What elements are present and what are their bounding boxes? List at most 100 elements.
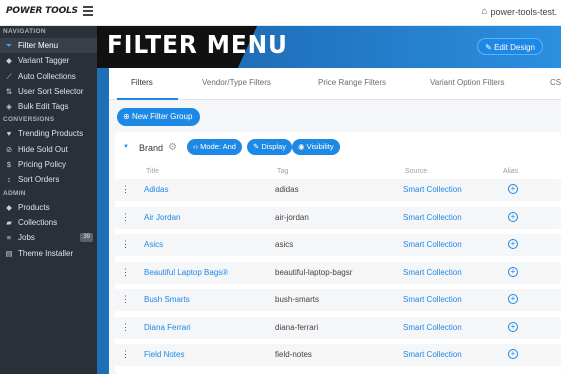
- filter-icon: ⏷: [6, 41, 12, 50]
- folder-icon: ▰: [6, 217, 12, 227]
- row-title-link[interactable]: Diana Ferrari: [144, 323, 191, 332]
- tag-icon: ◆: [6, 202, 12, 212]
- row-title-link[interactable]: Adidas: [144, 185, 168, 194]
- row-title-link[interactable]: Bush Smarts: [144, 295, 190, 304]
- row-tag: adidas: [275, 185, 299, 194]
- tags-icon: ◈: [6, 102, 12, 112]
- new-filter-group-button[interactable]: ⊕ New Filter Group: [117, 108, 201, 126]
- top-bar: POWER TOOLS ⌂ power-tools-test.: [0, 0, 561, 26]
- sidebar-item-label: User Sort Selector: [18, 86, 84, 96]
- sidebar-item-label: Pricing Policy: [18, 160, 67, 170]
- tab-variant-option-filters[interactable]: Variant Option Filters: [430, 78, 505, 87]
- row-source-link[interactable]: Smart Collection: [403, 350, 462, 359]
- add-alias-icon[interactable]: +: [508, 266, 518, 277]
- sidebar-item-label: Filter Menu: [18, 41, 59, 50]
- logo[interactable]: POWER TOOLS: [6, 6, 78, 16]
- gear-icon[interactable]: ⚙: [168, 142, 177, 153]
- row-source-link[interactable]: Smart Collection: [403, 240, 462, 249]
- collapse-caret-icon[interactable]: ▼: [123, 144, 129, 150]
- sidebar-item-label: Hide Sold Out: [18, 144, 68, 154]
- sidebar-item-label: Theme Installer: [18, 248, 74, 258]
- dollar-icon: $: [6, 160, 12, 170]
- column-header-tag: Tag: [277, 168, 289, 175]
- sidebar-item-label: Bulk Edit Tags: [18, 102, 69, 112]
- table-row: ⋮ Bush Smarts bush-smarts Smart Collection +: [115, 289, 561, 311]
- tab-filters[interactable]: Filters: [131, 78, 153, 87]
- row-source-link[interactable]: Smart Collection: [403, 185, 462, 194]
- row-source-link[interactable]: Smart Collection: [403, 268, 462, 277]
- add-alias-icon[interactable]: +: [508, 184, 518, 194]
- sidebar-item-sort-orders[interactable]: ↕ Sort Orders: [0, 172, 97, 187]
- sidebar-item-theme-installer[interactable]: ▤ Theme Installer: [0, 246, 97, 261]
- add-alias-icon[interactable]: +: [508, 321, 518, 332]
- drag-handle-icon[interactable]: ⋮: [121, 267, 130, 278]
- sidebar-item-hide-sold-out[interactable]: ⊘ Hide Sold Out: [0, 142, 97, 157]
- row-tag: beautiful-laptop-bagsr: [275, 267, 353, 277]
- row-title-link[interactable]: Field Notes: [144, 350, 184, 359]
- sidebar-item-label: Jobs: [18, 233, 35, 243]
- add-alias-icon[interactable]: +: [508, 239, 518, 249]
- sort-arrows-icon: ↕: [7, 175, 11, 185]
- row-source-link[interactable]: Smart Collection: [403, 323, 462, 332]
- visibility-button[interactable]: ◉ Visibility: [292, 139, 340, 155]
- list-icon: ≡: [6, 233, 12, 243]
- site-link[interactable]: ⌂ power-tools-test.: [481, 6, 557, 17]
- table-row: ⋮ Field Notes field-notes Smart Collection +: [115, 344, 561, 366]
- eye-icon: ◉: [298, 142, 305, 151]
- sidebar-item-pricing-policy[interactable]: $ Pricing Policy: [0, 157, 97, 172]
- sidebar-item-label: Variant Tagger: [18, 56, 70, 66]
- drag-handle-icon[interactable]: ⋮: [121, 322, 130, 333]
- display-label: Display: [261, 142, 286, 151]
- active-tab-indicator: [117, 98, 178, 100]
- add-alias-icon[interactable]: +: [508, 211, 518, 222]
- row-title-link[interactable]: Beautiful Laptop Bags®: [144, 268, 228, 277]
- sidebar-item-auto-collections[interactable]: ⟋ Auto Collections: [0, 69, 97, 84]
- drag-handle-icon[interactable]: ⋮: [121, 212, 130, 223]
- drag-handle-icon[interactable]: ⋮: [121, 349, 130, 360]
- row-title-link[interactable]: Air Jordan: [144, 213, 180, 222]
- pencil-icon: ✎: [253, 142, 260, 151]
- page-banner: FILTER MENU ✎ Edit Design: [97, 26, 561, 68]
- sidebar-section-title: CONVERSIONS: [3, 116, 55, 124]
- main-content: Filters Vendor/Type Filters Price Range …: [109, 68, 561, 374]
- visibility-label: Visibility: [306, 142, 334, 151]
- sidebar-item-jobs[interactable]: ≡ Jobs 39: [0, 230, 97, 245]
- mode-label: Mode: And: [200, 142, 236, 151]
- table-row: ⋮ Beautiful Laptop Bags® beautiful-laptop-…: [115, 261, 561, 284]
- drag-handle-icon[interactable]: ⋮: [121, 239, 130, 250]
- row-source-link[interactable]: Smart Collection: [403, 213, 462, 222]
- sidebar-item-trending-products[interactable]: ♥ Trending Products: [0, 126, 97, 141]
- tab-price-range-filters[interactable]: Price Range Filters: [318, 78, 386, 87]
- drag-handle-icon[interactable]: ⋮: [121, 184, 130, 195]
- add-alias-icon[interactable]: +: [508, 294, 518, 304]
- tab-vendor-type-filters[interactable]: Vendor/Type Filters: [202, 78, 271, 87]
- sidebar-item-products[interactable]: ◆ Products: [0, 200, 97, 215]
- sidebar-section-title: ADMIN: [3, 189, 26, 197]
- sidebar-item-filter-menu[interactable]: ⏷ Filter Menu: [0, 38, 97, 54]
- sidebar-item-collections[interactable]: ▰ Collections: [0, 215, 97, 230]
- row-source-link[interactable]: Smart Collection: [403, 295, 462, 304]
- add-alias-icon[interactable]: +: [508, 349, 518, 359]
- pencil-icon: ✎: [485, 43, 492, 52]
- row-tag: bush-smarts: [275, 295, 320, 304]
- column-header-alias: Alias: [503, 168, 519, 175]
- filter-group-card: ▼ Brand ⚙ ‹› Mode: And ✎ Display ◉ Visib…: [115, 132, 561, 374]
- file-icon: ▤: [5, 248, 13, 258]
- tab-cs[interactable]: CS: [550, 78, 561, 87]
- tag-icon: ◆: [6, 56, 12, 66]
- sidebar-item-bulk-edit-tags[interactable]: ◈ Bulk Edit Tags: [0, 99, 97, 114]
- drag-handle-icon[interactable]: ⋮: [121, 294, 130, 305]
- display-button[interactable]: ✎ Display: [247, 139, 292, 155]
- count-badge: 39: [80, 233, 93, 243]
- row-title-link[interactable]: Asics: [144, 240, 163, 249]
- table-row: ⋮ Asics asics Smart Collection +: [115, 234, 561, 256]
- menu-toggle-icon[interactable]: [83, 6, 93, 16]
- plus-circle-icon: ⊕: [123, 112, 130, 121]
- heart-icon: ♥: [6, 129, 12, 139]
- table-row: ⋮ Diana Ferrari diana-ferrari Smart Collect…: [115, 316, 561, 339]
- edit-design-button[interactable]: ✎ Edit Design: [477, 38, 543, 55]
- sidebar-item-variant-tagger[interactable]: ◆ Variant Tagger: [0, 53, 97, 68]
- sidebar-item-user-sort-selector[interactable]: ⇅ User Sort Selector: [0, 84, 97, 99]
- column-header-title: Title: [146, 168, 159, 175]
- mode-button[interactable]: ‹› Mode: And: [187, 139, 242, 155]
